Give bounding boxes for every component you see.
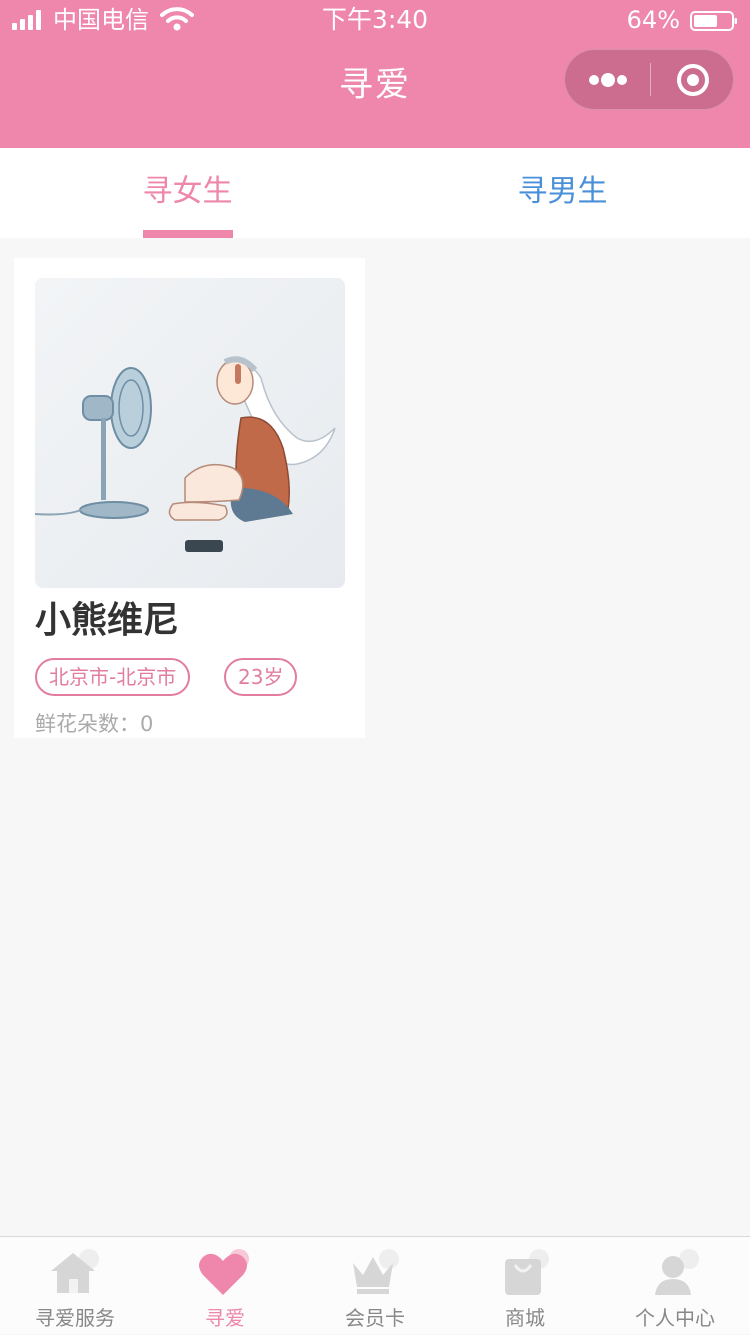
bottom-tab-bar: 寻爱服务 寻爱 会员卡 商城 个人中心 bbox=[0, 1236, 750, 1334]
tabbar-item-profile[interactable]: 个人中心 bbox=[600, 1237, 750, 1335]
home-icon bbox=[51, 1249, 99, 1293]
battery-icon bbox=[690, 11, 737, 31]
tabbar-label: 个人中心 bbox=[635, 1306, 715, 1330]
close-miniprogram-button[interactable] bbox=[651, 50, 733, 109]
more-dots-icon bbox=[589, 73, 627, 87]
flower-count-value: 0 bbox=[140, 712, 154, 736]
tabbar-item-find-love[interactable]: 寻爱 bbox=[150, 1237, 300, 1335]
header: 中国电信 下午3:40 64% 寻爱 bbox=[0, 0, 750, 148]
miniprogram-capsule bbox=[564, 49, 734, 110]
crown-icon bbox=[353, 1249, 399, 1294]
tabbar-label: 商城 bbox=[505, 1306, 545, 1330]
tab-find-girls[interactable]: 寻女生 bbox=[0, 148, 375, 238]
tabbar-label: 寻爱 bbox=[205, 1306, 245, 1330]
user-icon bbox=[655, 1249, 699, 1295]
tabbar-label: 会员卡 bbox=[345, 1306, 405, 1330]
target-icon bbox=[677, 64, 709, 96]
active-tab-indicator bbox=[143, 230, 233, 238]
gender-tabs: 寻女生 寻男生 bbox=[0, 148, 750, 238]
profile-card[interactable]: 小熊维尼 北京市-北京市 23岁 鲜花朵数：0 bbox=[14, 258, 365, 738]
tabbar-item-service[interactable]: 寻爱服务 bbox=[0, 1237, 150, 1335]
tabbar-item-membership[interactable]: 会员卡 bbox=[300, 1237, 450, 1335]
battery-percent: 64% bbox=[626, 6, 680, 34]
location-tag: 北京市-北京市 bbox=[35, 658, 191, 696]
tabbar-item-mall[interactable]: 商城 bbox=[450, 1237, 600, 1335]
status-bar: 中国电信 下午3:40 64% bbox=[0, 0, 750, 40]
more-button[interactable] bbox=[565, 50, 650, 109]
heart-icon bbox=[199, 1249, 249, 1295]
profile-photo bbox=[35, 278, 345, 588]
profile-name: 小熊维尼 bbox=[35, 600, 180, 641]
flower-count-label: 鲜花朵数： bbox=[35, 712, 140, 736]
tab-find-boys[interactable]: 寻男生 bbox=[375, 148, 750, 238]
tabbar-label: 寻爱服务 bbox=[35, 1306, 115, 1330]
age-tag: 23岁 bbox=[224, 658, 298, 696]
profile-photo-illustration bbox=[35, 278, 345, 588]
flower-count: 鲜花朵数：0 bbox=[35, 708, 153, 740]
shopping-bag-icon bbox=[505, 1249, 549, 1295]
